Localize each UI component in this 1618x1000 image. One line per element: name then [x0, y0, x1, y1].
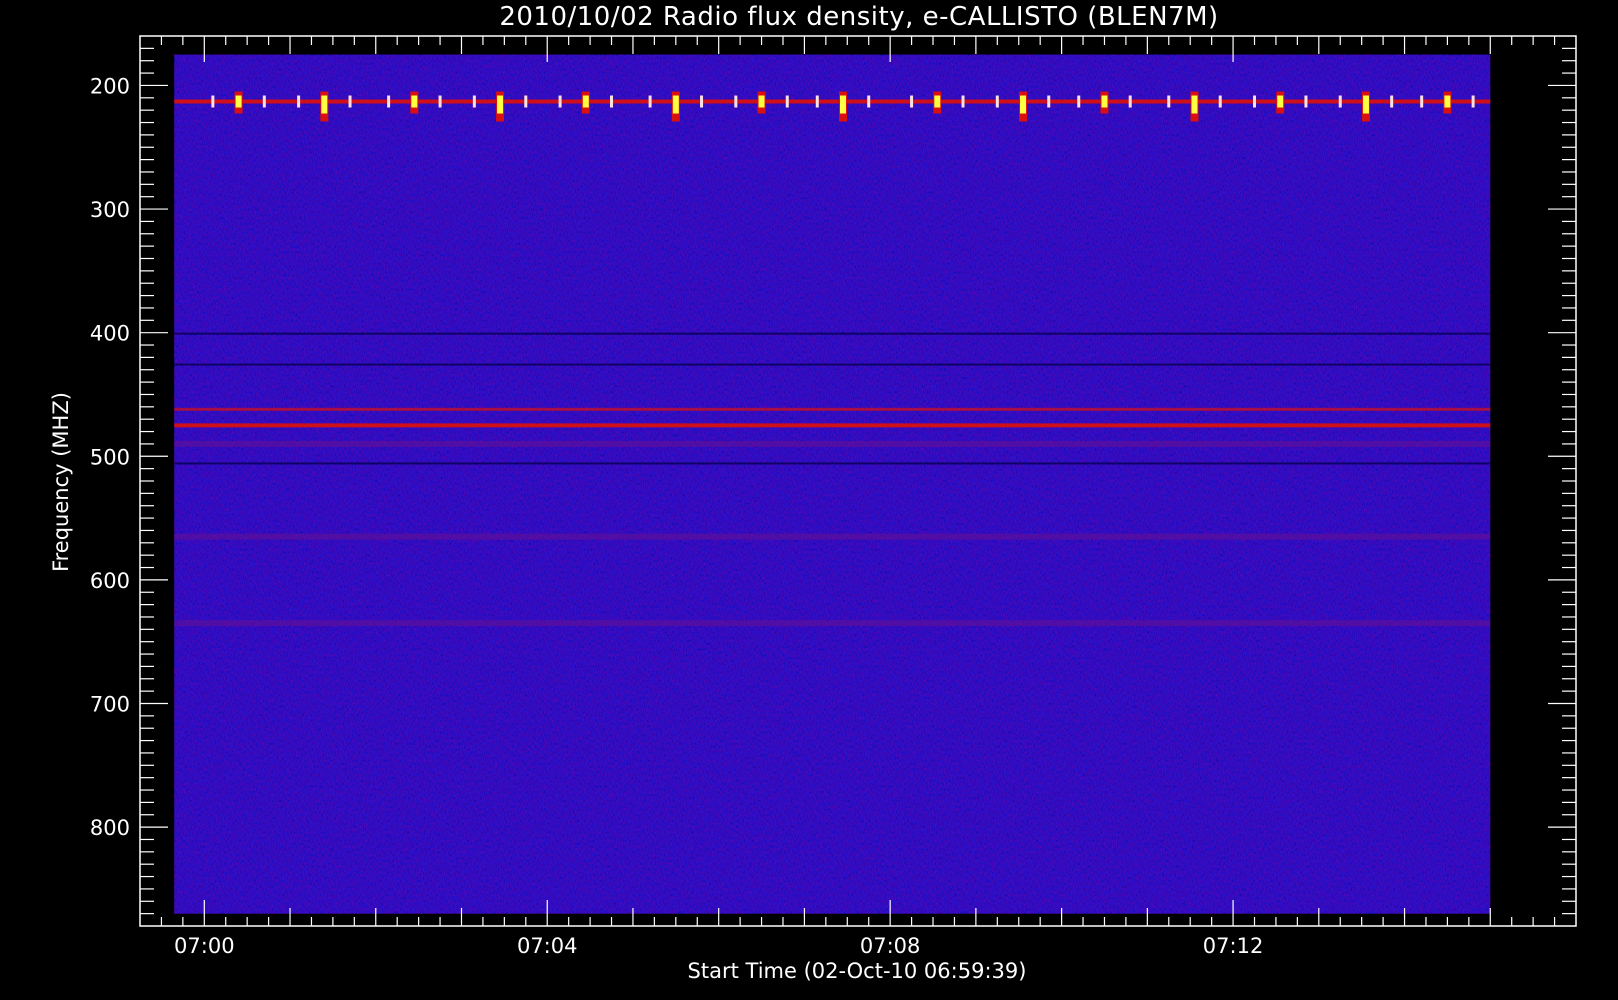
y-tick-label-300: 300	[90, 198, 130, 222]
frequency-band-5	[174, 620, 1491, 627]
frequency-band-1	[174, 407, 1491, 411]
y-tick-label-200: 200	[90, 74, 130, 98]
y-tick-label-500: 500	[90, 445, 130, 469]
plot-area	[174, 54, 1491, 914]
y-tick-label-400: 400	[90, 322, 130, 346]
dark-stripe-1	[174, 363, 1491, 366]
frequency-band-0	[174, 99, 1491, 104]
dark-stripe-0	[174, 332, 1491, 335]
frequency-band-4	[174, 533, 1491, 540]
x-tick-label-07:04: 07:04	[517, 934, 578, 958]
y-tick-label-800: 800	[90, 816, 130, 840]
spectrogram-noise	[174, 54, 1491, 914]
y-axis-label: Frequency (MHZ)	[49, 392, 73, 572]
y-tick-label-600: 600	[90, 569, 130, 593]
x-axis-label: Start Time (02-Oct-10 06:59:39)	[688, 959, 1027, 983]
chart-title: 2010/10/02 Radio flux density, e-CALLIST…	[499, 2, 1218, 32]
x-tick-label-07:12: 07:12	[1203, 934, 1264, 958]
x-tick-label-07:08: 07:08	[860, 934, 921, 958]
x-tick-label-07:00: 07:00	[174, 934, 235, 958]
y-tick-label-700: 700	[90, 693, 130, 717]
frequency-band-3	[174, 440, 1491, 447]
dark-stripe-2	[174, 462, 1491, 465]
frequency-band-2	[174, 423, 1491, 428]
spectrogram-chart: 2010/10/02 Radio flux density, e-CALLIST…	[0, 0, 1618, 1000]
